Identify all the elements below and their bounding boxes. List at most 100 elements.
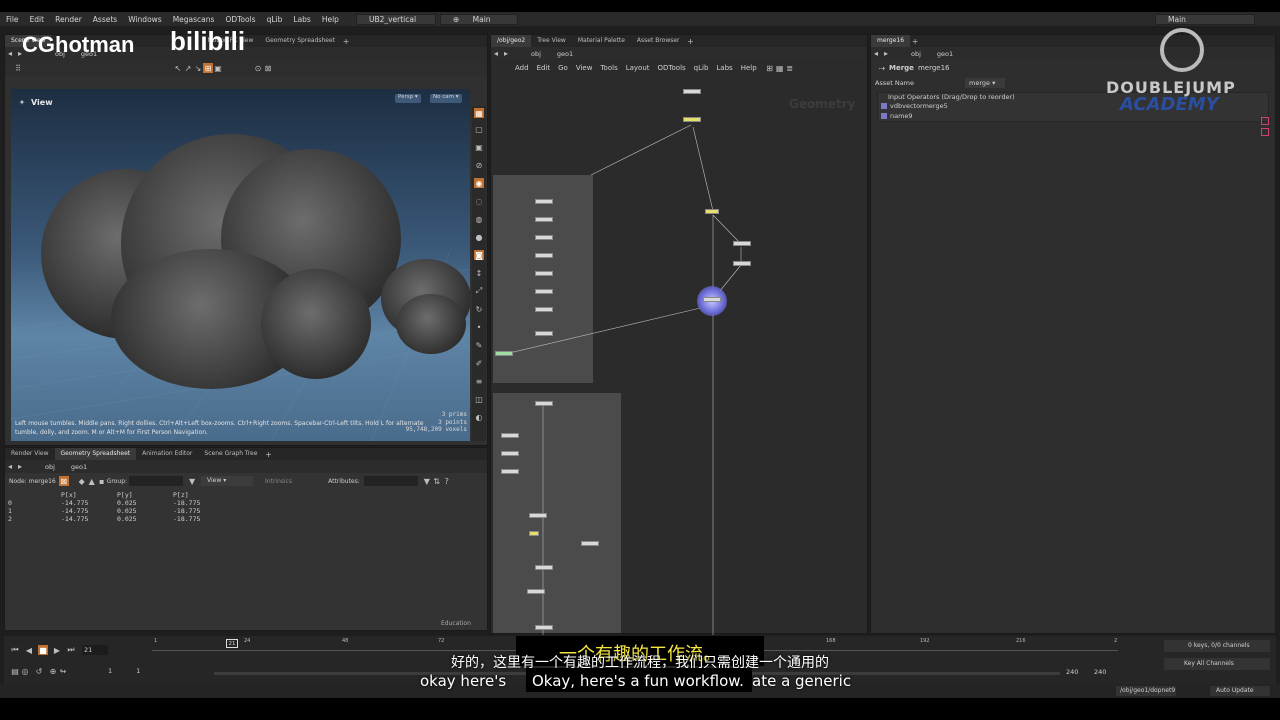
- menu-assets[interactable]: Assets: [87, 15, 117, 24]
- camera-icon[interactable]: ⊙: [253, 63, 263, 73]
- menu-labs[interactable]: Labs: [287, 15, 310, 24]
- desktop2-select[interactable]: ⊕ Main: [439, 13, 518, 25]
- viewport-3d[interactable]: ✦ View Persp ▾ No cam ▾ Left mouse tumbl…: [11, 89, 470, 441]
- network-node[interactable]: [683, 117, 701, 122]
- desktop-select[interactable]: UB2_vertical: [355, 13, 436, 25]
- network-node[interactable]: [535, 271, 553, 276]
- network-node[interactable]: [733, 241, 751, 246]
- network-node[interactable]: [535, 289, 553, 294]
- ring-icon[interactable]: ◍: [474, 214, 484, 224]
- network-node[interactable]: [535, 331, 553, 336]
- remove-input-icon[interactable]: [1261, 117, 1269, 125]
- network-node[interactable]: [703, 297, 721, 302]
- orange-toggle-icon[interactable]: ◉: [474, 178, 484, 188]
- node-name-field[interactable]: merge16: [918, 64, 950, 72]
- menu-file[interactable]: File: [0, 15, 19, 24]
- camera-menu[interactable]: No cam ▾: [430, 94, 462, 103]
- network-node[interactable]: [495, 351, 513, 356]
- tool-a-icon[interactable]: ↕: [474, 268, 484, 278]
- asset-name-select[interactable]: merge ▾: [965, 78, 1005, 88]
- attributes-field[interactable]: [363, 476, 418, 486]
- filter2-icon[interactable]: ▼: [422, 476, 432, 486]
- display-icon[interactable]: ▣: [213, 63, 223, 73]
- forward-arrow-icon[interactable]: ▸: [881, 49, 891, 59]
- col-py[interactable]: P[y]: [117, 491, 173, 499]
- table-row[interactable]: 2 -14.775 0.025 -18.775: [5, 515, 229, 523]
- menu-qlib[interactable]: qLib: [261, 15, 283, 24]
- path-obj[interactable]: obj: [45, 463, 55, 471]
- light-icon[interactable]: ◌: [474, 196, 484, 206]
- prims-icon[interactable]: ▲: [87, 476, 97, 486]
- network-node[interactable]: [535, 565, 553, 570]
- table-row[interactable]: 1 -14.775 0.025 -18.775: [5, 507, 229, 515]
- cube-icon[interactable]: ◫: [474, 394, 484, 404]
- tool-d-icon[interactable]: •: [474, 322, 484, 332]
- filter-icon[interactable]: ▼: [187, 476, 197, 486]
- menu-help[interactable]: Help: [316, 15, 339, 24]
- sphere-icon[interactable]: ◐: [474, 412, 484, 422]
- tool-b-icon[interactable]: ⤢: [474, 286, 484, 296]
- node-type-icon[interactable]: ⊠: [58, 476, 69, 486]
- network-node[interactable]: [535, 253, 553, 258]
- path-geo[interactable]: geo1: [937, 50, 953, 58]
- back-arrow-icon[interactable]: ◂: [5, 462, 15, 472]
- network-node[interactable]: [535, 217, 553, 222]
- move-tool-icon[interactable]: ↗: [183, 63, 193, 73]
- dot-icon[interactable]: ●: [474, 232, 484, 242]
- network-node[interactable]: [683, 89, 701, 94]
- col-pz[interactable]: P[z]: [173, 491, 229, 499]
- col-index[interactable]: [5, 491, 61, 499]
- network-node[interactable]: [529, 531, 539, 536]
- snap-icon[interactable]: ⊞: [203, 63, 213, 73]
- auto-update-select[interactable]: Auto Update: [1210, 686, 1270, 696]
- persp-menu[interactable]: Persp ▾: [395, 94, 421, 103]
- sort-icon[interactable]: ⇅: [432, 476, 442, 486]
- network-node[interactable]: [705, 209, 719, 214]
- forward-arrow-icon[interactable]: ▸: [15, 462, 25, 472]
- status-path[interactable]: /obj/geo1/dopnet9: [1116, 686, 1176, 696]
- network-node[interactable]: [529, 513, 547, 518]
- network-node[interactable]: [501, 433, 519, 438]
- remove-input-icon[interactable]: [1261, 128, 1269, 136]
- view-select[interactable]: View ▾: [201, 476, 254, 486]
- network-node[interactable]: [501, 451, 519, 456]
- brush2-icon[interactable]: ✐: [474, 358, 484, 368]
- network-node[interactable]: [535, 235, 553, 240]
- levels-icon[interactable]: ≡: [474, 376, 484, 386]
- lock2-icon[interactable]: ▣: [474, 142, 484, 152]
- back-arrow-icon[interactable]: ◂: [871, 49, 881, 59]
- network-node[interactable]: [535, 307, 553, 312]
- tab-render-view[interactable]: Render View: [5, 448, 55, 460]
- add-tab-icon[interactable]: +: [341, 36, 351, 46]
- add-tab-icon[interactable]: +: [263, 449, 273, 459]
- tab-geometry-spreadsheet[interactable]: Geometry Spreadsheet: [259, 35, 341, 47]
- group-field[interactable]: [129, 476, 184, 486]
- network-node[interactable]: [501, 469, 519, 474]
- help-icon[interactable]: ?: [442, 476, 452, 486]
- grid-menu-icon[interactable]: ⠿: [13, 63, 23, 73]
- menu-render[interactable]: Render: [49, 15, 82, 24]
- intrinsics-select[interactable]: Intrinsics: [265, 478, 292, 485]
- path-obj[interactable]: obj: [911, 50, 921, 58]
- col-px[interactable]: P[x]: [61, 491, 117, 499]
- network-node[interactable]: [535, 625, 553, 630]
- brush-icon[interactable]: ✎: [474, 340, 484, 350]
- network-node[interactable]: [581, 541, 599, 546]
- points-icon[interactable]: ◆: [77, 476, 87, 486]
- back-arrow-icon[interactable]: ◂: [5, 49, 15, 59]
- network-node[interactable]: [733, 261, 751, 266]
- network-node[interactable]: [535, 401, 553, 406]
- network-node[interactable]: [527, 589, 545, 594]
- add-tab-icon[interactable]: +: [910, 36, 920, 46]
- menu-megascans[interactable]: Megascans: [167, 15, 215, 24]
- tab-merge16[interactable]: merge16: [871, 35, 911, 47]
- tab-scene-graph[interactable]: Scene Graph Tree: [198, 448, 263, 460]
- menu-odtools[interactable]: ODTools: [219, 15, 255, 24]
- detail-icon[interactable]: ▪: [97, 476, 107, 486]
- menu-edit[interactable]: Edit: [24, 15, 45, 24]
- red-toggle-icon[interactable]: ◙: [474, 250, 484, 260]
- desktop-right-select[interactable]: Main: [1155, 13, 1255, 25]
- rotate-tool-icon[interactable]: ↘: [193, 63, 203, 73]
- lock-icon[interactable]: ▢: [474, 124, 484, 134]
- select-tool-icon[interactable]: ↖: [173, 63, 183, 73]
